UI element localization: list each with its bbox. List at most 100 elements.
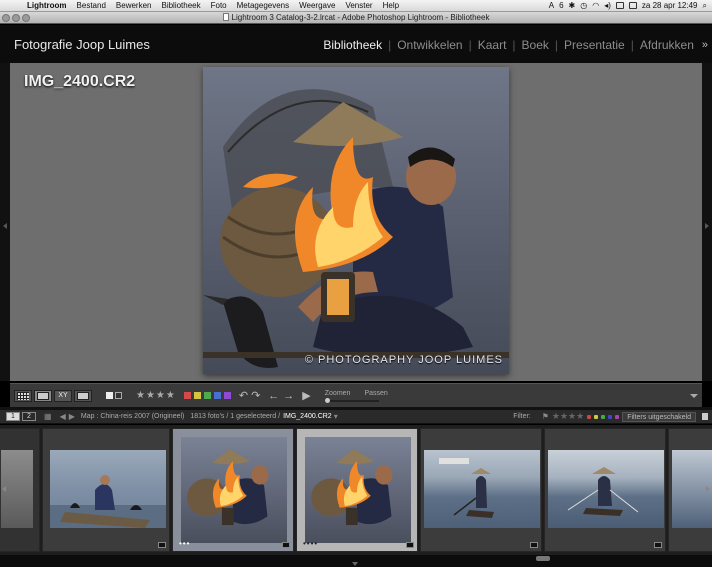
menu-foto[interactable]: Foto [206,1,232,10]
zoom-window-icon[interactable] [22,14,30,22]
filter-select[interactable]: Filters uitgeschakeld [622,411,696,422]
loupe-filename: IMG_2400.CR2 [24,73,136,90]
filter-color-blue[interactable] [608,414,613,419]
menu-help[interactable]: Help [378,1,404,10]
thumbnail-svg [311,449,393,526]
grid-view-button[interactable] [14,389,32,402]
filter-stars[interactable]: ★★★★ [552,411,584,422]
minimize-window-icon[interactable] [12,14,20,22]
survey-view-button[interactable] [74,389,92,402]
filter-color-yellow[interactable] [594,414,599,419]
back-icon[interactable]: ◀ [60,412,66,421]
filmstrip-thumb-active[interactable]: •••• [296,428,418,552]
filmstrip-left-arrow-icon[interactable] [2,486,6,492]
current-file[interactable]: IMG_2400.CR2 [283,413,332,420]
main-photo[interactable]: © PHOTOGRAPHY JOOP LUIMES [203,67,509,374]
pick-flag-icon[interactable] [106,392,113,399]
next-photo-icon[interactable]: → [283,390,294,402]
filmstrip-scroll-thumb[interactable] [536,556,550,561]
module-boek[interactable]: Boek [516,38,555,52]
reject-flag-icon[interactable] [115,392,122,399]
close-window-icon[interactable] [2,14,10,22]
menu-metagegevens[interactable]: Metagegevens [232,1,294,10]
color-label-yellow[interactable] [193,392,201,399]
clock[interactable]: za 28 apr 12:49 [642,1,698,10]
menu-lightroom[interactable]: Lightroom [22,1,72,10]
compare-view-button[interactable]: XY [54,389,72,402]
menu-weergave[interactable]: Weergave [294,1,340,10]
thumbnail-svg [187,449,269,526]
grid-icon [17,391,29,400]
rotate-left-icon[interactable]: ↶ [239,389,248,402]
filmstrip-thumb[interactable] [0,428,40,552]
menu-bewerken[interactable]: Bewerken [111,1,157,10]
zoom-slider[interactable] [324,397,379,403]
bluetooth-icon[interactable]: ✱ [569,1,576,10]
module-bibliotheek[interactable]: Bibliotheek [317,38,388,52]
status-badge[interactable]: 6 [559,1,563,10]
loupe-view-button[interactable] [34,389,52,402]
flag-icon[interactable] [628,2,637,9]
forward-icon[interactable]: ▶ [69,412,75,421]
source-path[interactable]: Map : China-reis 2007 (Origineel) [81,413,185,420]
grid-small-icon[interactable]: ▦ [44,412,52,421]
color-label-blue[interactable] [213,392,221,399]
filmstrip-thumb[interactable] [42,428,170,552]
module-presentatie[interactable]: Presentatie [558,38,631,52]
battery-icon[interactable] [615,2,624,9]
filter-color-red[interactable] [587,414,592,419]
module-afdrukken[interactable]: Afdrukken [634,38,700,52]
more-modules-icon[interactable]: » [700,39,708,51]
spotlight-icon[interactable]: ⌕ [703,1,707,11]
window-2-button[interactable]: 2 [22,412,36,421]
color-label-purple[interactable] [223,392,231,399]
filter-lock-icon[interactable] [702,413,708,420]
color-label-red[interactable] [183,392,191,399]
filmstrip-filter: Filter: ⚑ ★★★★ Filters uitgeschakeld [513,411,712,422]
module-picker: Bibliotheek | Ontwikkelen | Kaart | Boek… [317,38,708,52]
slideshow-play-icon[interactable]: ▶ [302,389,310,402]
module-ontwikkelen[interactable]: Ontwikkelen [391,38,468,52]
filmstrip-right-arrow-icon[interactable] [706,486,710,492]
thumbnail-svg [439,458,494,518]
timemachine-icon[interactable]: ◷ [580,1,587,10]
filmstrip-thumb-selected[interactable]: ••• [172,428,294,552]
zoom-control: Zoomen Passen [324,390,388,403]
wifi-icon[interactable]: ◠ [592,1,599,10]
filter-color-purple[interactable] [615,414,620,419]
window-1-button[interactable]: 1 [6,412,20,421]
bottom-panel-toggle-icon[interactable] [352,562,358,566]
previous-photo-icon[interactable]: ← [268,390,279,402]
menubar-status: A 6 ✱ ◷ ◠ ◂) za 28 apr 12:49 ⌕ [549,1,712,11]
volume-icon[interactable]: ◂) [604,1,611,10]
rating-stars[interactable]: ★★★★ [136,390,176,401]
loupe-view[interactable]: IMG_2400.CR2 © PHOTOGRAPHY JOOP LUIMES [10,63,702,381]
thumbnail-edit-badge [282,542,290,548]
module-kaart[interactable]: Kaart [472,38,513,52]
filmstrip-thumb[interactable] [544,428,666,552]
arrow-right-icon [705,223,709,229]
menu-bibliotheek[interactable]: Bibliotheek [156,1,205,10]
menu-bestand[interactable]: Bestand [72,1,111,10]
left-panel-toggle[interactable] [0,63,10,381]
adobe-icon[interactable]: A [549,1,554,10]
rotate-right-icon[interactable]: ↷ [251,389,260,402]
filter-color-green[interactable] [601,414,606,419]
color-label-green[interactable] [203,392,211,399]
toolbar-menu-chevron-down-icon[interactable] [690,393,698,398]
menu-venster[interactable]: Venster [340,1,377,10]
survey-icon [77,391,89,400]
thumbnail-rating-dots: •••• [303,539,319,548]
filmstrip-thumb[interactable] [420,428,542,552]
filter-label: Filter: [513,413,531,420]
thumbnail-image [50,450,166,528]
filmstrip[interactable]: ••• •••• [0,425,712,555]
identity-plate: Fotografie Joop Luimes [14,37,150,52]
photo-count: 1813 foto's / 1 geselecteerd / [190,413,281,420]
filter-flag-icon[interactable]: ⚑ [542,412,549,421]
fit-label[interactable]: Passen [364,390,387,397]
file-menu-chevron-icon[interactable]: ▾ [334,412,338,421]
photo-watermark: © PHOTOGRAPHY JOOP LUIMES [304,354,503,366]
window-title: Lightroom 3 Catalog-3-2.lrcat - Adobe Ph… [231,13,490,22]
right-panel-toggle[interactable] [702,63,712,381]
